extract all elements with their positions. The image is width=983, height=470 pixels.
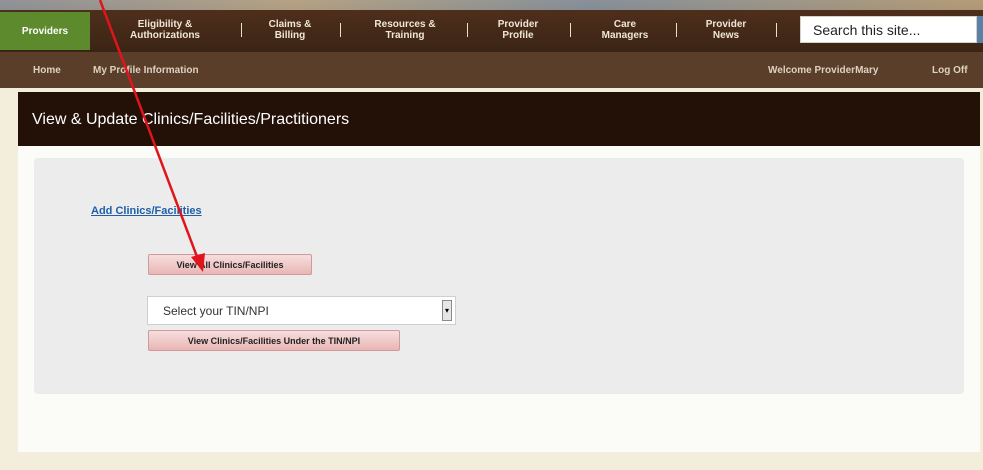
annotation-arrow-icon: [98, 0, 205, 272]
